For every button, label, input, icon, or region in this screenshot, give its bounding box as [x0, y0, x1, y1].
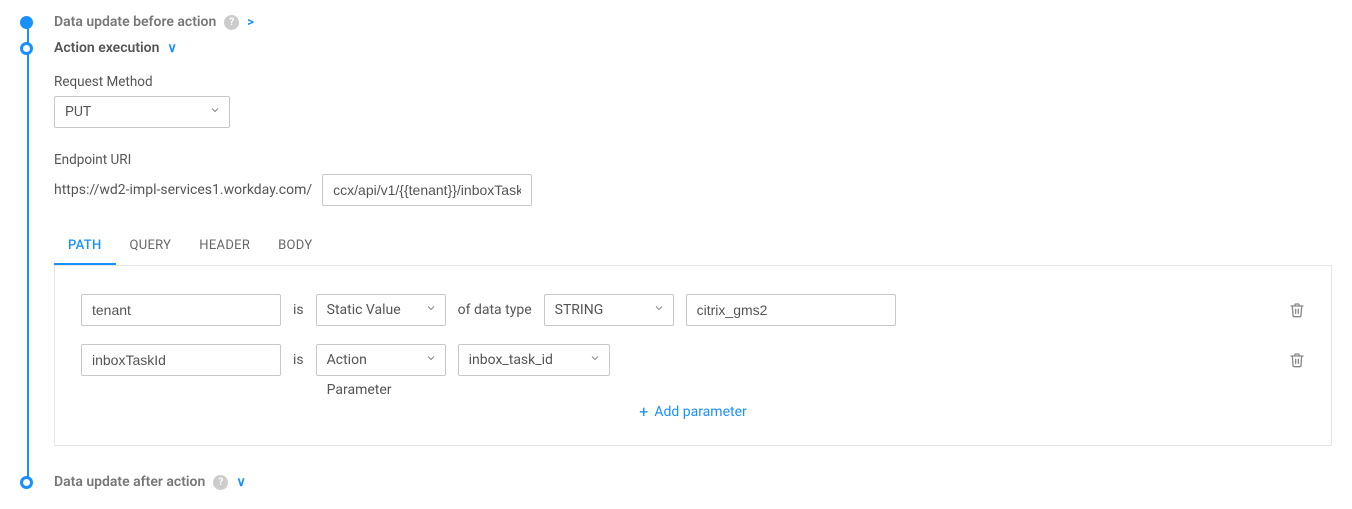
endpoint-uri-row: https://wd2-impl-services1.workday.com/ — [54, 174, 1332, 206]
endpoint-uri-input[interactable] — [322, 174, 532, 206]
step-after-action: Data update after action ? ∨ — [38, 470, 1332, 494]
timeline-dot-icon — [20, 16, 33, 29]
param-kind-select[interactable]: Action Parameter — [316, 344, 446, 376]
param-action-param-select[interactable]: inbox_task_id — [458, 344, 610, 376]
label-is: is — [293, 352, 304, 368]
path-params-panel: is Static Value of data type STRING — [54, 266, 1332, 446]
params-tabs: PATH QUERY HEADER BODY — [54, 228, 1332, 266]
add-parameter-button[interactable]: + Add parameter — [639, 404, 747, 420]
config-timeline: Data update before action ? > Action exe… — [20, 10, 1332, 494]
endpoint-uri-label: Endpoint URI — [54, 152, 1332, 168]
step-title: Data update after action — [54, 474, 205, 490]
plus-icon: + — [639, 404, 648, 420]
tab-query[interactable]: QUERY — [116, 228, 186, 265]
step-before-action: Data update before action ? > — [38, 10, 1332, 34]
step-header-after[interactable]: Data update after action ? ∨ — [54, 474, 1332, 490]
param-datatype-select-wrap: STRING — [544, 294, 674, 326]
request-method-select[interactable]: PUT — [54, 96, 230, 128]
param-name-input[interactable] — [81, 294, 281, 326]
timeline-dot-icon — [20, 476, 33, 489]
step-action-execution: Action execution ∨ Request Method PUT En… — [38, 36, 1332, 468]
step-title: Data update before action — [54, 14, 216, 30]
chevron-down-icon[interactable]: ∨ — [236, 475, 247, 490]
param-kind-select-wrap: Static Value — [316, 294, 446, 326]
tab-path[interactable]: PATH — [54, 228, 116, 265]
chevron-right-icon[interactable]: > — [247, 15, 255, 30]
label-of-data-type: of data type — [458, 302, 532, 318]
param-action-param-select-wrap: inbox_task_id — [458, 344, 610, 376]
param-kind-select-wrap: Action Parameter — [316, 344, 446, 376]
add-parameter-row: + Add parameter — [81, 394, 1305, 425]
timeline-dot-active-icon — [20, 42, 33, 55]
param-row: is Static Value of data type STRING — [81, 294, 1305, 326]
step-title: Action execution — [54, 40, 159, 56]
trash-icon[interactable] — [1289, 352, 1305, 368]
label-is: is — [293, 302, 304, 318]
trash-icon[interactable] — [1289, 302, 1305, 318]
help-icon[interactable]: ? — [213, 475, 228, 490]
add-parameter-label: Add parameter — [654, 404, 746, 420]
endpoint-uri-prefix: https://wd2-impl-services1.workday.com/ — [54, 182, 312, 198]
request-method-label: Request Method — [54, 74, 1332, 90]
step-header-exec[interactable]: Action execution ∨ — [54, 40, 1332, 56]
step-header-before[interactable]: Data update before action ? > — [54, 14, 1332, 30]
request-method-select-wrap: PUT — [54, 96, 230, 128]
help-icon[interactable]: ? — [224, 15, 239, 30]
param-kind-select[interactable]: Static Value — [316, 294, 446, 326]
param-row: is Action Parameter inbox_task_id — [81, 344, 1305, 376]
chevron-down-icon[interactable]: ∨ — [167, 41, 178, 56]
action-execution-body: Request Method PUT Endpoint URI https://… — [54, 56, 1332, 464]
param-name-input[interactable] — [81, 344, 281, 376]
tab-body[interactable]: BODY — [264, 228, 326, 265]
param-datatype-select[interactable]: STRING — [544, 294, 674, 326]
param-value-input[interactable] — [686, 294, 896, 326]
tab-header[interactable]: HEADER — [185, 228, 264, 265]
